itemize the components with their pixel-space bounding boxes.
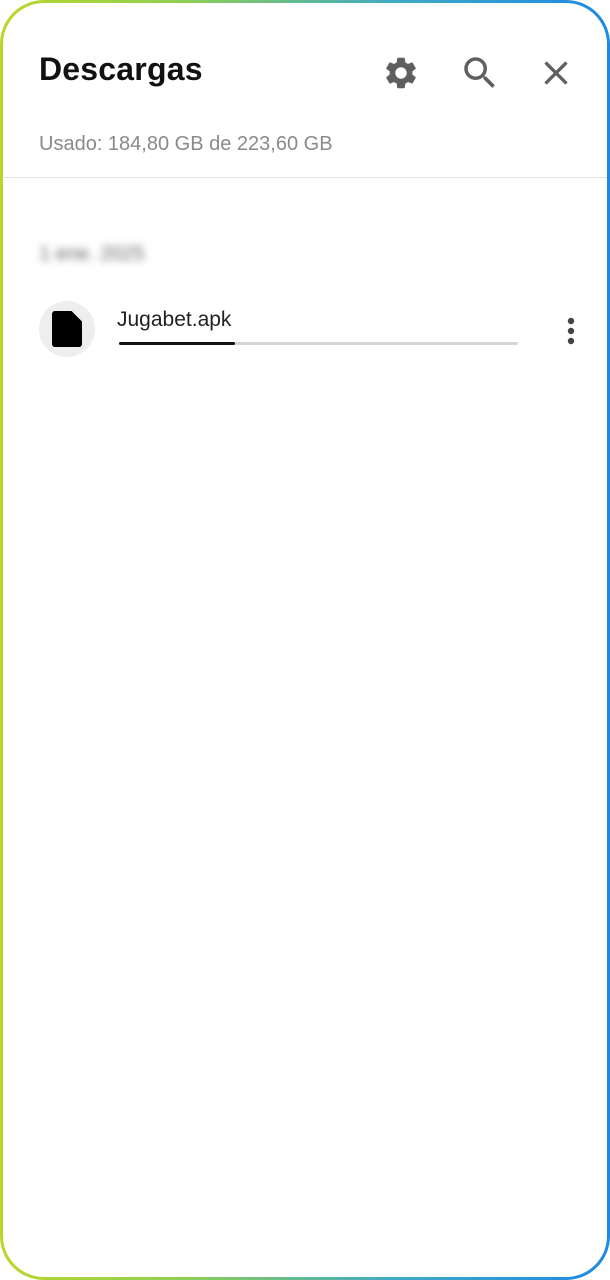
header: Descargas Usado: 184,80 GB de 223,60 GB — [3, 3, 607, 178]
downloads-screen: Descargas Usado: 184,80 GB de 223,60 GB … — [3, 3, 607, 1277]
file-icon — [52, 311, 82, 347]
download-progress-bar — [119, 342, 518, 345]
settings-button[interactable] — [379, 51, 423, 95]
more-options-button[interactable] — [551, 311, 591, 351]
close-button[interactable] — [534, 51, 578, 95]
gear-icon — [386, 57, 416, 89]
download-item[interactable]: Jugabet.apk — [3, 293, 607, 365]
device-frame: Descargas Usado: 184,80 GB de 223,60 GB … — [0, 0, 610, 1280]
date-group-header: 1 ene. 2025 — [39, 243, 145, 265]
storage-usage-text: Usado: 184,80 GB de 223,60 GB — [39, 133, 333, 155]
close-icon — [544, 61, 568, 85]
file-avatar — [39, 301, 95, 357]
file-name: Jugabet.apk — [117, 308, 232, 331]
search-icon — [464, 57, 495, 88]
download-progress-fill — [119, 342, 235, 345]
more-vert-icon — [567, 317, 575, 345]
page-title: Descargas — [39, 51, 203, 87]
search-button[interactable] — [458, 51, 502, 95]
